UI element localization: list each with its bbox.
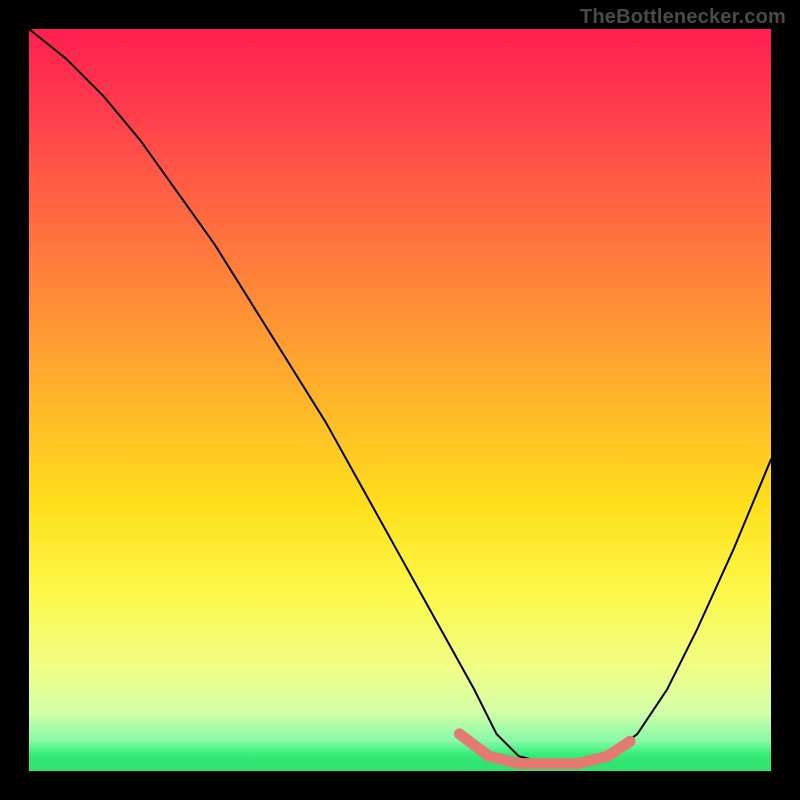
bottleneck-curve (29, 29, 771, 764)
optimal-range-band (459, 734, 630, 764)
attribution-text: TheBottlenecker.com (580, 6, 786, 29)
curve-svg (29, 29, 771, 771)
chart-frame: TheBottlenecker.com (0, 0, 800, 800)
plot-area (29, 29, 771, 771)
